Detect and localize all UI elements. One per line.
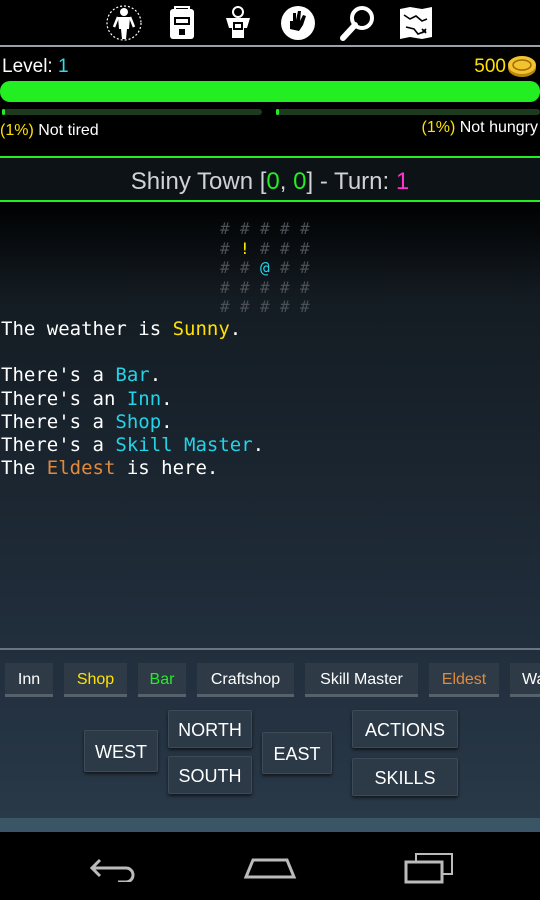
map-cell: # — [220, 219, 230, 238]
turn-label: - Turn: — [313, 168, 396, 195]
system-navigation-bar — [0, 832, 540, 900]
log-line: There's a Skill Master. — [1, 434, 265, 457]
south-button[interactable]: SOUTH — [168, 756, 252, 794]
message-log: The weather is Sunny. There's a Bar. Ther… — [1, 318, 264, 480]
coord-y: 0 — [293, 168, 307, 195]
map-cell: # — [240, 297, 250, 316]
north-button[interactable]: NORTH — [168, 710, 252, 748]
level-display: Level: 1 — [2, 56, 69, 78]
back-icon[interactable] — [88, 856, 138, 882]
map-icon[interactable] — [396, 3, 436, 43]
tab-inn[interactable]: Inn — [5, 663, 53, 697]
tab-craftshop[interactable]: Craftshop — [197, 663, 294, 697]
coord-separator: , — [279, 168, 294, 195]
map-cell: # — [300, 219, 310, 238]
coord-x: 0 — [266, 168, 280, 195]
location-name: Shiny Town — [130, 168, 260, 195]
map-row: # # # # # — [220, 297, 320, 317]
log-line-blank — [1, 341, 264, 364]
map-row: #! # # # — [220, 239, 320, 259]
map-row: # # # # # — [220, 278, 320, 298]
tiredness-percent: (1%) — [0, 122, 34, 139]
map-cell: # — [240, 258, 250, 277]
tiredness-bar — [2, 109, 262, 115]
map-cell: # — [220, 258, 230, 277]
map-cell: # — [220, 238, 230, 258]
home-icon[interactable] — [243, 854, 297, 880]
inventory-icon[interactable] — [162, 3, 202, 43]
map-cell: # — [300, 238, 310, 258]
east-button[interactable]: EAST — [262, 732, 332, 774]
location-title: Shiny Town [0, 0] - Turn: 1 — [0, 168, 540, 196]
map-cell: # — [260, 277, 270, 297]
log-line: The Eldest is here. — [1, 457, 219, 480]
hunger-status: (1%) Not hungry — [422, 119, 539, 137]
weather-value: Sunny — [172, 318, 230, 340]
gold-amount: 500 — [474, 56, 506, 77]
turn-number: 1 — [395, 168, 410, 195]
log-line: There's a Shop. — [1, 410, 173, 433]
map-cell: # — [220, 277, 230, 297]
coin-icon — [508, 56, 536, 77]
armor-icon[interactable] — [218, 3, 258, 43]
log-line: There's a Bar. — [1, 364, 162, 387]
tab-bar[interactable]: Bar — [138, 663, 186, 697]
map-cell: # — [300, 277, 310, 297]
tiredness-text: Not tired — [33, 122, 99, 139]
skills-button[interactable]: SKILLS — [352, 758, 458, 796]
level-value: 1 — [57, 56, 69, 77]
map-cell: # — [220, 297, 230, 316]
tab-skill-master[interactable]: Skill Master — [305, 663, 418, 697]
location-header: Shiny Town [0, 0] - Turn: 1 — [0, 156, 540, 202]
divider — [0, 45, 540, 47]
experience-bar — [0, 81, 540, 102]
map-row: # # @ # # — [220, 258, 320, 278]
level-label: Level: — [2, 56, 58, 77]
map-cell: # — [260, 297, 270, 316]
map-cell: # — [300, 258, 310, 277]
map-row: # # # # # — [220, 219, 320, 239]
hunger-text: Not hungry — [455, 119, 538, 136]
hunger-percent: (1%) — [421, 119, 456, 136]
log-line: There's an Inn. — [1, 387, 173, 410]
character-icon[interactable] — [104, 3, 144, 43]
log-line: The weather is Sunny. — [1, 318, 242, 340]
player-marker: @ — [260, 258, 270, 277]
place-shop: Shop — [115, 410, 162, 433]
npc-eldest: Eldest — [46, 457, 116, 480]
place-skill-master: Skill Master — [115, 434, 253, 457]
hand-icon[interactable] — [278, 3, 318, 43]
map-cell: # — [280, 297, 290, 316]
place-bar: Bar — [115, 364, 150, 387]
actions-button[interactable]: ACTIONS — [352, 710, 458, 748]
bottom-strip — [0, 818, 540, 832]
tab-partial[interactable]: Wa — [510, 663, 540, 697]
map-cell: # — [260, 219, 270, 238]
map-cell: # — [280, 219, 290, 238]
map-cell: # — [300, 297, 310, 316]
map-cell: # — [260, 238, 270, 258]
map-cell: # — [280, 238, 290, 258]
divider — [0, 648, 540, 650]
mini-map: # # # # # #! # # # # # @ # # # # # # # # # # # # — [220, 219, 320, 317]
top-icon-bar — [0, 0, 540, 46]
event-marker: ! — [240, 238, 250, 258]
recent-apps-icon[interactable] — [404, 852, 454, 884]
tab-eldest[interactable]: Eldest — [429, 663, 499, 697]
map-cell: # — [240, 219, 250, 238]
place-inn: Inn — [126, 387, 162, 410]
map-cell: # — [240, 277, 250, 297]
place-tabs: Inn Shop Bar Craftshop Skill Master Elde… — [0, 663, 540, 699]
search-icon[interactable] — [338, 3, 378, 43]
tab-shop[interactable]: Shop — [64, 663, 127, 697]
map-cell: # — [280, 277, 290, 297]
map-cell: # — [280, 258, 290, 277]
tiredness-status: (1%) Not tired — [0, 122, 99, 140]
hunger-bar — [276, 109, 540, 115]
game-screen: Level: 1 500 (1%) Not tired (1%) Not hun… — [0, 0, 540, 832]
west-button[interactable]: WEST — [84, 730, 158, 772]
